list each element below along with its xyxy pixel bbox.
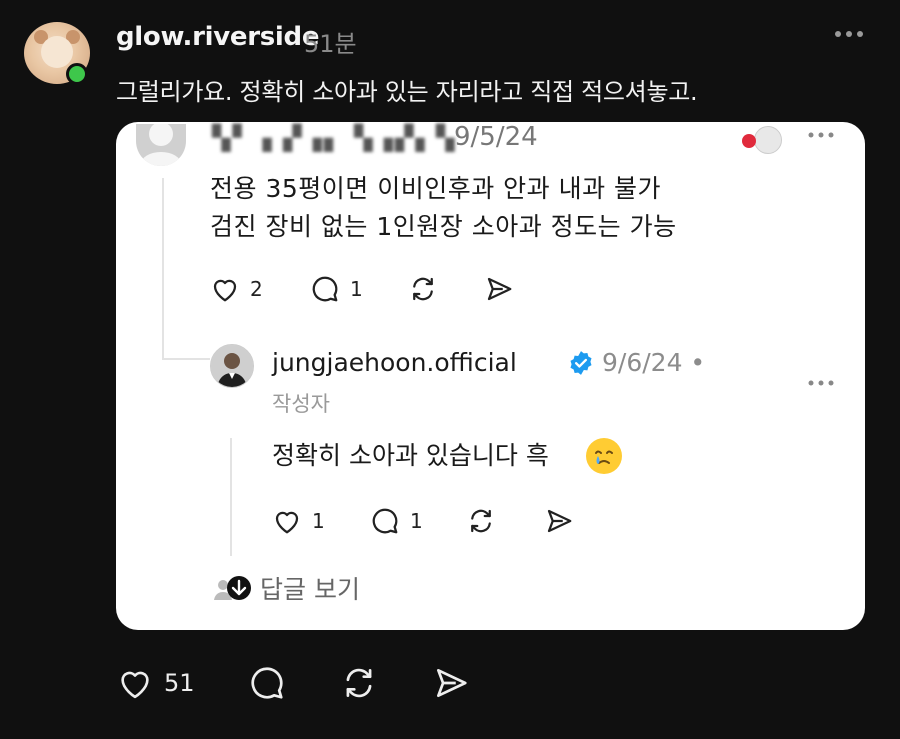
- comment-line-1: 전용 35평이면 이비인후과 안과 내과 불가: [210, 174, 662, 203]
- liked-by-avatar: [754, 126, 782, 154]
- heart-icon: [275, 511, 299, 534]
- view-replies-link[interactable]: 답글 보기: [260, 570, 360, 606]
- more-options-icon[interactable]: [808, 380, 834, 386]
- repost-button[interactable]: [408, 274, 484, 304]
- share-button[interactable]: [544, 506, 574, 536]
- reply-count: 1: [350, 277, 363, 301]
- share-button[interactable]: [484, 274, 514, 304]
- share-icon: [436, 668, 467, 698]
- more-options-icon[interactable]: [808, 132, 834, 138]
- crying-face-emoji-icon: [586, 438, 622, 474]
- comment-text: 전용 35평이면 이비인후과 안과 내과 불가 검진 장비 없는 1인원장 소아…: [210, 170, 677, 246]
- heart-icon: [213, 279, 237, 302]
- repost-icon: [413, 277, 433, 301]
- avatar-face: [41, 36, 73, 68]
- comment-date: 9/5/24: [454, 122, 538, 152]
- verified-badge-icon: [568, 350, 594, 376]
- like-button[interactable]: 1: [272, 507, 370, 535]
- like-button[interactable]: 2: [210, 275, 310, 303]
- post-text: 그럴리가요. 정확히 소아과 있는 자리라고 직접 적으셔놓고.: [116, 78, 698, 106]
- embedded-screenshot[interactable]: ▚▘ ▖▞▗▖ ▚▗▞▖▚ 9/5/24 전용 35평이면 이비인후과 안과 내…: [116, 122, 865, 630]
- repost-icon: [471, 509, 491, 533]
- commenter-avatar: [136, 124, 186, 166]
- reply-button[interactable]: 1: [370, 506, 466, 536]
- like-count: 51: [164, 669, 195, 697]
- thread-line: [230, 438, 232, 556]
- heart-badge-icon: [742, 134, 756, 148]
- comment-line-2: 검진 장비 없는 1인원장 소아과 정도는 가능: [210, 212, 677, 241]
- reply-date: 9/6/24 •: [602, 348, 706, 377]
- like-button[interactable]: 51: [116, 666, 248, 700]
- blurred-username: ▚▘ ▖▞▗▖ ▚▗▞▖▚: [212, 124, 457, 152]
- comment-icon: [251, 667, 283, 699]
- comment-actions: 2 1: [210, 274, 514, 304]
- thread-line: [162, 178, 164, 358]
- share-button[interactable]: [432, 664, 470, 702]
- reply-count: 1: [410, 509, 423, 533]
- post-username[interactable]: glow.riverside: [116, 22, 320, 52]
- author-tag: 작성자: [272, 392, 330, 416]
- comment-icon: [312, 276, 338, 302]
- reply-text: 정확히 소아과 있습니다 흑: [272, 441, 549, 470]
- repost-icon: [346, 668, 372, 698]
- share-icon: [487, 277, 512, 301]
- view-replies-icon[interactable]: [212, 574, 252, 604]
- share-icon: [547, 509, 572, 533]
- post-actions: 51: [116, 664, 470, 702]
- comment-icon: [372, 508, 398, 534]
- like-count: 2: [250, 277, 263, 301]
- heart-icon: [121, 671, 149, 699]
- repost-button[interactable]: [466, 506, 544, 536]
- reply-actions: 1 1: [272, 506, 574, 536]
- reply-button[interactable]: 1: [310, 274, 408, 304]
- thread-line: [162, 358, 210, 360]
- reply-button[interactable]: [248, 664, 340, 702]
- post-timestamp: 51분: [304, 30, 357, 58]
- author-username[interactable]: jungjaehoon.official: [272, 348, 517, 377]
- online-status-dot: [66, 63, 88, 85]
- more-options-icon[interactable]: [834, 30, 864, 38]
- author-avatar[interactable]: [210, 344, 254, 388]
- like-count: 1: [312, 509, 325, 533]
- repost-button[interactable]: [340, 664, 432, 702]
